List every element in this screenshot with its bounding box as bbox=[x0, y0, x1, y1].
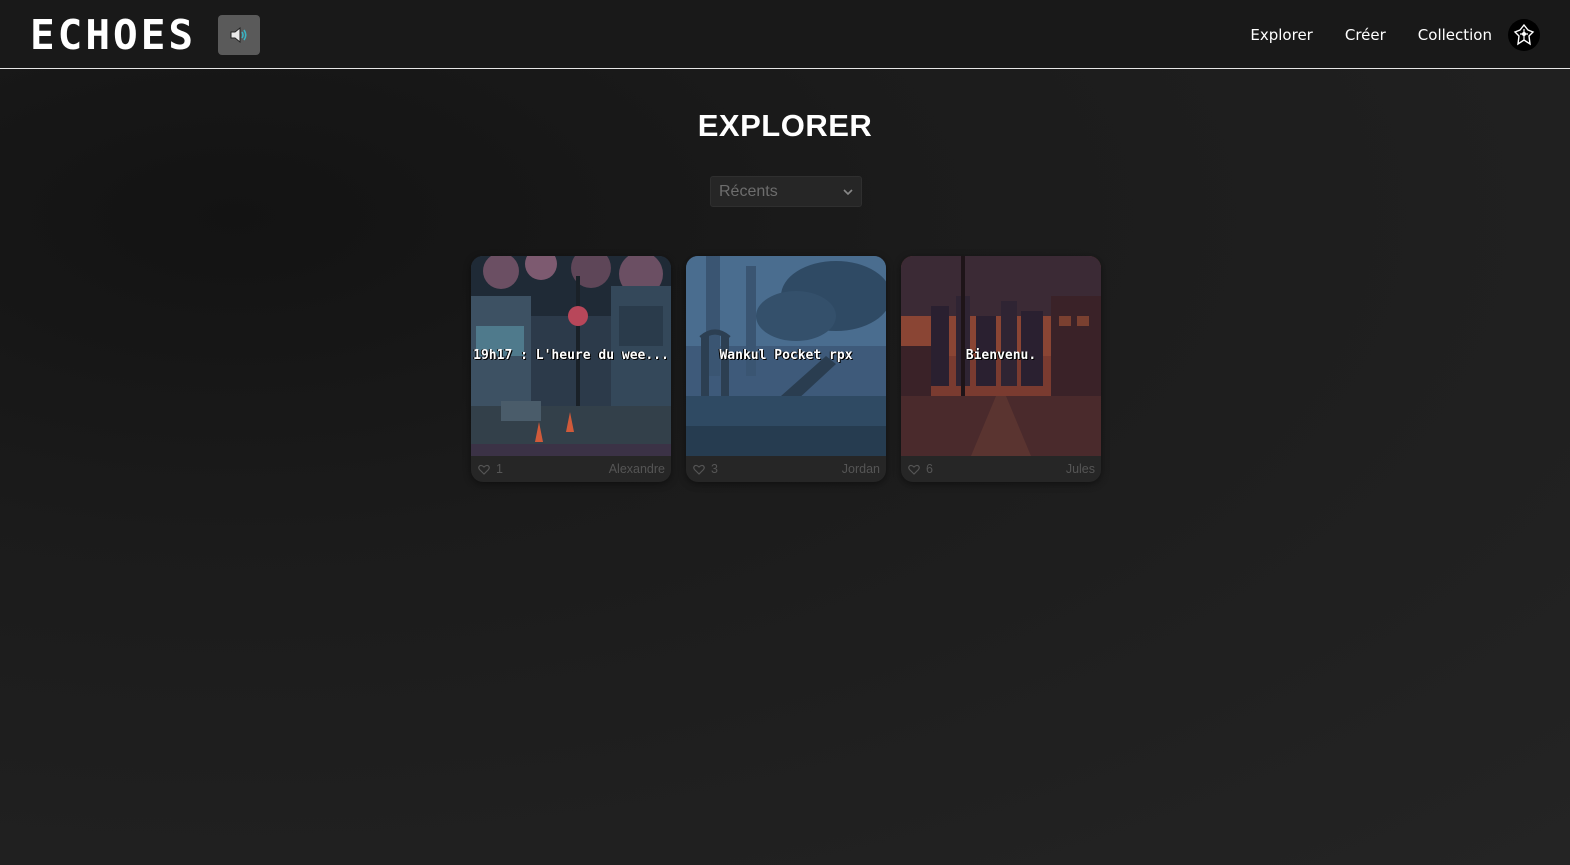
card-author[interactable]: Alexandre bbox=[609, 462, 665, 476]
card-thumbnail[interactable]: Wankul Pocket rpx bbox=[686, 256, 886, 456]
sort-select-value: Récents bbox=[719, 182, 778, 200]
like-count-value: 1 bbox=[496, 462, 503, 476]
like-count[interactable]: 3 bbox=[693, 462, 718, 476]
heart-outline-icon bbox=[908, 464, 920, 475]
top-bar: ECHOES Explorer Créer Collection bbox=[0, 0, 1570, 69]
avatar[interactable] bbox=[1508, 19, 1540, 51]
creation-card[interactable]: Wankul Pocket rpx 3 Jordan bbox=[686, 256, 886, 482]
page-title: EXPLORER bbox=[697, 108, 873, 143]
like-count[interactable]: 1 bbox=[478, 462, 503, 476]
heart-outline-icon bbox=[478, 464, 490, 475]
card-title: Wankul Pocket rpx bbox=[719, 348, 853, 363]
card-thumbnail[interactable]: Bienvenu. bbox=[901, 256, 1101, 456]
card-footer: 6 Jules bbox=[901, 456, 1101, 482]
heart-outline-icon bbox=[693, 464, 705, 475]
card-title: Bienvenu. bbox=[965, 348, 1037, 363]
card-footer: 1 Alexandre bbox=[471, 456, 671, 482]
sort-select[interactable]: Récents bbox=[710, 176, 862, 207]
like-count-value: 3 bbox=[711, 462, 718, 476]
sound-toggle-button[interactable] bbox=[218, 15, 260, 55]
nav-collection[interactable]: Collection bbox=[1418, 24, 1492, 46]
logo[interactable]: ECHOES bbox=[30, 15, 196, 56]
creation-card[interactable]: 19h17 : L'heure du wee... 1 Alexandre bbox=[471, 256, 671, 482]
card-title: 19h17 : L'heure du wee... bbox=[473, 348, 669, 363]
emblem-icon bbox=[1513, 24, 1535, 46]
card-thumbnail[interactable]: 19h17 : L'heure du wee... bbox=[471, 256, 671, 456]
chevron-down-icon bbox=[843, 188, 853, 195]
card-author[interactable]: Jules bbox=[1066, 462, 1095, 476]
main-nav: Explorer Créer Collection bbox=[1250, 24, 1492, 46]
nav-creer[interactable]: Créer bbox=[1345, 24, 1386, 46]
card-grid: 19h17 : L'heure du wee... 1 Alexandre Wa… bbox=[471, 256, 1101, 482]
card-author[interactable]: Jordan bbox=[842, 462, 880, 476]
creation-card[interactable]: Bienvenu. 6 Jules bbox=[901, 256, 1101, 482]
speaker-icon bbox=[230, 26, 247, 44]
like-count[interactable]: 6 bbox=[908, 462, 933, 476]
card-footer: 3 Jordan bbox=[686, 456, 886, 482]
nav-explorer[interactable]: Explorer bbox=[1250, 24, 1312, 46]
like-count-value: 6 bbox=[926, 462, 933, 476]
